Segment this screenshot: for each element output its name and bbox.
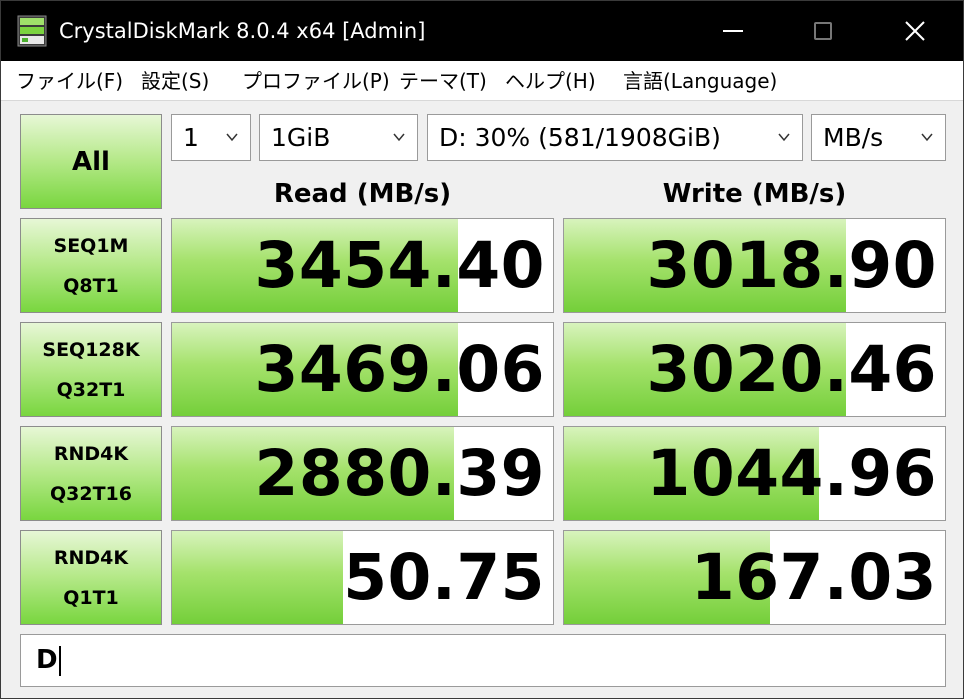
menu-bar: ファイル(F) 設定(S) プロファイル(P) テーマ(T) ヘルプ(H) 言語… bbox=[1, 61, 963, 101]
read-header: Read (MB/s) bbox=[273, 179, 452, 209]
test-name: SEQ128K bbox=[42, 338, 140, 361]
read-result-value: 3454.40 bbox=[254, 229, 545, 302]
test-queue: Q32T1 bbox=[56, 378, 126, 401]
menu-profile[interactable]: プロファイル(P) bbox=[242, 67, 390, 95]
read-score-bar bbox=[172, 531, 344, 624]
chevron-down-icon bbox=[226, 133, 238, 142]
text-caret bbox=[58, 645, 61, 676]
minimize-icon bbox=[723, 30, 743, 32]
comment-input[interactable]: D bbox=[20, 634, 946, 687]
write-result-cell: 3020.46 bbox=[563, 322, 946, 417]
write-result-value: 167.03 bbox=[690, 541, 937, 614]
window-title: CrystalDiskMark 8.0.4 x64 [Admin] bbox=[59, 19, 426, 43]
close-icon bbox=[905, 21, 925, 41]
chevron-down-icon bbox=[778, 133, 790, 142]
read-result-value: 3469.06 bbox=[254, 333, 545, 406]
menu-file[interactable]: ファイル(F) bbox=[16, 67, 123, 95]
chevron-down-icon bbox=[393, 133, 405, 142]
test-queue: Q8T1 bbox=[63, 274, 119, 297]
test-name: SEQ1M bbox=[53, 234, 129, 257]
test-queue: Q32T16 bbox=[50, 482, 132, 505]
write-result-cell: 3018.90 bbox=[563, 218, 946, 313]
test-rnd4k-q1t1-button[interactable]: RND4K Q1T1 bbox=[20, 530, 162, 625]
comment-text: D bbox=[36, 645, 58, 675]
test-seq128k-q32t1-button[interactable]: SEQ128K Q32T1 bbox=[20, 322, 162, 417]
write-result-value: 3020.46 bbox=[646, 333, 937, 406]
read-result-cell: 2880.39 bbox=[171, 426, 554, 521]
test-name: RND4K bbox=[53, 546, 129, 569]
test-seq1m-q8t1-button[interactable]: SEQ1M Q8T1 bbox=[20, 218, 162, 313]
title-bar[interactable]: CrystalDiskMark 8.0.4 x64 [Admin] bbox=[1, 1, 963, 61]
unit-select[interactable]: MB/s bbox=[811, 114, 946, 161]
write-result-cell: 1044.96 bbox=[563, 426, 946, 521]
test-count-select[interactable]: 1 bbox=[171, 114, 251, 161]
test-queue: Q1T1 bbox=[63, 586, 119, 609]
chevron-down-icon bbox=[921, 133, 933, 142]
read-result-cell: 3454.40 bbox=[171, 218, 554, 313]
test-size-value: 1GiB bbox=[271, 123, 331, 152]
read-result-cell: 50.75 bbox=[171, 530, 554, 625]
write-header: Write (MB/s) bbox=[662, 179, 847, 209]
test-size-select[interactable]: 1GiB bbox=[259, 114, 418, 161]
maximize-button[interactable] bbox=[777, 1, 869, 61]
test-count-value: 1 bbox=[183, 123, 199, 152]
menu-settings[interactable]: 設定(S) bbox=[141, 67, 209, 95]
unit-value: MB/s bbox=[823, 123, 884, 152]
write-result-value: 3018.90 bbox=[646, 229, 937, 302]
menu-theme[interactable]: テーマ(T) bbox=[399, 67, 487, 95]
write-result-cell: 167.03 bbox=[563, 530, 946, 625]
read-result-value: 50.75 bbox=[343, 541, 545, 614]
app-window: CrystalDiskMark 8.0.4 x64 [Admin] ファイル(F… bbox=[0, 0, 964, 699]
write-result-value: 1044.96 bbox=[646, 437, 937, 510]
test-name: RND4K bbox=[53, 442, 129, 465]
menu-language[interactable]: 言語(Language) bbox=[623, 67, 777, 95]
maximize-icon bbox=[814, 22, 832, 40]
close-button[interactable] bbox=[869, 1, 961, 61]
disk-app-icon bbox=[17, 15, 47, 47]
menu-help[interactable]: ヘルプ(H) bbox=[505, 67, 596, 95]
read-result-value: 2880.39 bbox=[254, 437, 545, 510]
run-all-button[interactable]: All bbox=[20, 114, 162, 209]
drive-select[interactable]: D: 30% (581/1908GiB) bbox=[427, 114, 803, 161]
drive-value: D: 30% (581/1908GiB) bbox=[439, 123, 721, 152]
minimize-button[interactable] bbox=[687, 1, 779, 61]
test-rnd4k-q32t16-button[interactable]: RND4K Q32T16 bbox=[20, 426, 162, 521]
read-result-cell: 3469.06 bbox=[171, 322, 554, 417]
